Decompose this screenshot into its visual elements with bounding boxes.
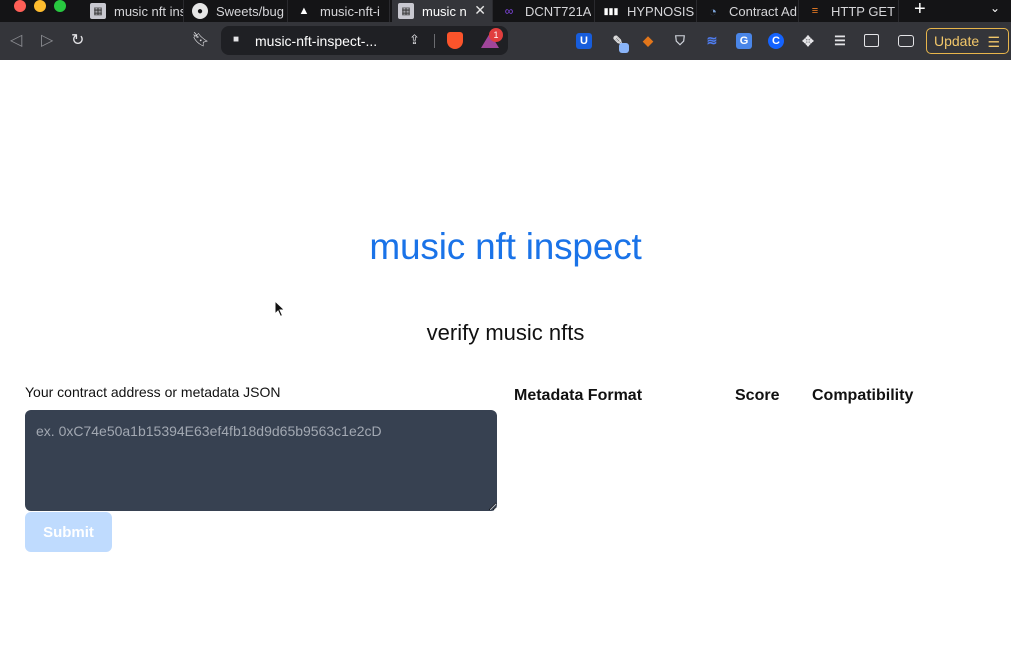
page-content: music nft inspect verify music nfts Your… xyxy=(0,60,1011,663)
rewards-badge: 1 xyxy=(489,28,503,42)
brave-shields-icon[interactable] xyxy=(447,32,463,49)
minimize-window-button[interactable] xyxy=(34,0,46,12)
mouse-cursor-icon xyxy=(274,300,286,318)
tab-label: HTTP GET r xyxy=(831,3,898,19)
reload-button[interactable]: ↻ xyxy=(71,32,84,50)
polygon-icon: ∞ xyxy=(504,4,514,18)
page-title: music nft inspect xyxy=(369,226,642,267)
audio-wave-icon: ▮▮▮ xyxy=(603,5,619,16)
address-bar[interactable]: ■ music-nft-inspect-... ⇪ 1 xyxy=(221,26,508,55)
menu-hamburger-icon: ☰ xyxy=(987,34,1000,50)
sidebar-toggle-icon[interactable] xyxy=(864,34,879,47)
page-subtitle: verify music nfts xyxy=(426,320,585,345)
extensions-puzzle-icon[interactable]: ✥ xyxy=(800,33,816,49)
close-tab-icon[interactable]: ✕ xyxy=(474,2,486,19)
translate-extension-icon[interactable]: G xyxy=(736,33,752,49)
bitwarden-extension-icon[interactable]: U xyxy=(576,33,592,49)
shield-extension-icon[interactable]: ⛉ xyxy=(672,33,688,49)
column-metadata-format: Metadata Format xyxy=(514,387,643,404)
tab-dcnt721a[interactable]: ∞ DCNT721A xyxy=(495,0,595,22)
url-separator xyxy=(434,34,435,48)
tab-label: DCNT721A xyxy=(525,3,592,19)
tab-github[interactable]: ● Sweets/bug xyxy=(186,0,288,22)
column-compatibility: Compatibility xyxy=(812,387,914,404)
forward-button[interactable]: ▷ xyxy=(41,32,53,50)
browser-toolbar: ◁ ▷ ↻ 🔖︎ ■ music-nft-inspect-... ⇪ 1 U ✎… xyxy=(0,22,1011,60)
tab-list-chevron-icon[interactable]: ⌄ xyxy=(990,1,1000,15)
tab-label: HYPNOSIS xyxy=(627,3,695,19)
column-score: Score xyxy=(735,387,780,404)
music-nft-favicon-icon: ▦ xyxy=(90,3,106,19)
update-label: Update xyxy=(934,33,980,49)
fullscreen-window-button[interactable] xyxy=(54,0,66,12)
layers-extension-icon[interactable]: ≋ xyxy=(704,33,720,49)
new-tab-plus-icon[interactable]: + xyxy=(914,0,926,21)
tab-label: Sweets/bug xyxy=(216,3,284,19)
tab-label: music n xyxy=(422,3,467,19)
url-text[interactable]: music-nft-inspect-... xyxy=(255,33,405,49)
update-button[interactable]: Update ☰ xyxy=(926,28,1009,54)
c-extension-icon[interactable]: C xyxy=(768,33,784,49)
github-icon: ● xyxy=(192,3,208,19)
lock-icon: ■ xyxy=(233,34,240,45)
submit-button[interactable]: Submit xyxy=(25,512,112,552)
extension-status-dot xyxy=(619,43,629,53)
tab-label: music nft ins xyxy=(114,3,183,19)
playlist-icon[interactable]: ☰ xyxy=(832,33,848,49)
close-window-button[interactable] xyxy=(14,0,26,12)
tab-strip: ▦ music nft ins ● Sweets/bug ▲ music-nft… xyxy=(0,0,1011,22)
share-icon[interactable]: ⇪ xyxy=(409,32,420,48)
input-label: Your contract address or metadata JSON xyxy=(25,384,281,400)
tab-hypnosis[interactable]: ▮▮▮ HYPNOSIS xyxy=(597,0,697,22)
tab-music-nft-active[interactable]: ▦ music n ✕ xyxy=(392,0,493,22)
tab-label: music-nft-i xyxy=(320,3,380,19)
metamask-extension-icon[interactable]: ◆ xyxy=(640,33,656,49)
tab-contract[interactable]: ◔ Contract Ad xyxy=(699,0,799,22)
tab-vercel[interactable]: ▲ music-nft-i xyxy=(290,0,390,22)
vercel-icon: ▲ xyxy=(298,5,310,17)
tab-stackoverflow[interactable]: ≡ HTTP GET r xyxy=(801,0,899,22)
music-nft-favicon-icon: ▦ xyxy=(398,3,414,19)
etherscan-icon: ◔ xyxy=(709,3,717,19)
contract-input[interactable] xyxy=(25,410,497,511)
wallet-icon[interactable] xyxy=(898,35,914,47)
tab-music-nft-1[interactable]: ▦ music nft ins xyxy=(84,0,184,22)
tab-label: Contract Ad xyxy=(729,3,797,19)
stackoverflow-icon: ≡ xyxy=(811,5,819,17)
back-button[interactable]: ◁ xyxy=(10,32,22,50)
bookmark-icon[interactable]: 🔖︎ xyxy=(192,31,210,48)
